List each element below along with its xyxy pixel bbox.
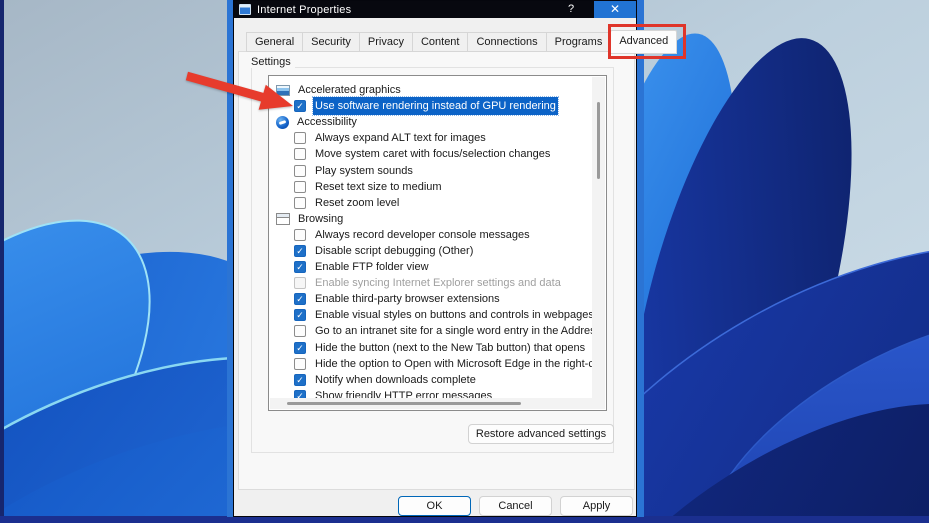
dialog-body: Internet Properties ? ✕ General Security P… [233, 0, 687, 517]
tab-label: Programs [554, 36, 603, 48]
settings-option-row[interactable]: Play system sounds [270, 162, 592, 178]
horizontal-scrollbar[interactable] [270, 398, 605, 409]
settings-option-row[interactable]: Hide the option to Open with Microsoft E… [270, 356, 592, 372]
apply-button[interactable]: Apply [560, 496, 633, 516]
settings-option-row[interactable]: ✓ Enable visual styles on buttons and con… [270, 307, 592, 323]
titlebar[interactable]: Internet Properties ? ✕ [234, 1, 636, 18]
tab-programs[interactable]: Programs [545, 32, 612, 52]
checkbox[interactable] [294, 357, 306, 370]
tab-security[interactable]: Security [302, 32, 360, 52]
tab-general[interactable]: General [246, 32, 304, 52]
tab-advanced[interactable]: Advanced [608, 24, 687, 59]
help-button[interactable]: ? [558, 1, 584, 18]
settings-option-row[interactable]: ✓ Use software rendering instead of GPU r… [270, 96, 592, 117]
ok-button[interactable]: OK [398, 496, 471, 516]
internet-properties-dialog: Internet Properties ? ✕ General Security P… [227, 0, 687, 517]
tab-privacy[interactable]: Privacy [358, 32, 413, 52]
checkbox[interactable] [294, 132, 306, 145]
horizontal-scrollbar-thumb[interactable] [287, 402, 521, 405]
settings-group-row: Accelerated graphics [270, 82, 592, 98]
tab-content[interactable]: Content [411, 32, 469, 52]
checkbox[interactable] [294, 180, 306, 193]
settings-list: Accelerated graphics ✓ Use software render… [268, 75, 607, 411]
cancel-button[interactable]: Cancel [479, 496, 552, 516]
checkbox[interactable] [294, 228, 306, 241]
checkbox[interactable]: ✓ [294, 309, 306, 322]
graphics-icon [276, 84, 290, 96]
settings-option-row[interactable]: ✓ Show friendly HTTP error messages [270, 388, 592, 398]
settings-option-row[interactable]: Go to an intranet site for a single word… [270, 323, 592, 339]
vertical-scrollbar[interactable] [592, 77, 605, 398]
settings-group-row: Accessibility [270, 114, 592, 130]
tab-label: Advanced [619, 34, 669, 47]
browsing-icon [276, 212, 290, 225]
settings-option-row[interactable]: ✓ Enable FTP folder view [270, 259, 592, 275]
window-title: Internet Properties [257, 3, 352, 16]
checkbox[interactable] [294, 277, 306, 290]
checkbox[interactable]: ✓ [294, 100, 306, 113]
tab-label: Privacy [367, 36, 404, 48]
settings-group-row: Browsing [270, 211, 592, 227]
settings-group-label: Settings [247, 56, 295, 68]
tab-label: Connections [476, 36, 538, 48]
checkbox[interactable]: ✓ [294, 244, 306, 257]
screenshot-canvas: Internet Properties ? ✕ General Security P… [0, 0, 929, 523]
settings-option-row[interactable]: Enable syncing Internet Explorer setting… [270, 275, 592, 291]
vertical-scrollbar-thumb[interactable] [597, 102, 600, 179]
checkbox[interactable] [294, 148, 306, 161]
internet-properties-icon [239, 4, 251, 15]
settings-option-row[interactable]: Move system caret with focus/selection c… [270, 146, 592, 162]
checkbox[interactable] [294, 164, 306, 177]
settings-list-rows: Accelerated graphics ✓ Use software render… [270, 77, 592, 398]
tab-label: Security [311, 36, 351, 48]
tab-label: Content [420, 36, 460, 48]
checkbox[interactable] [294, 196, 306, 209]
checkbox[interactable]: ✓ [294, 373, 306, 386]
settings-option-row[interactable]: ✓ Disable script debugging (Other) [270, 243, 592, 259]
settings-option-row[interactable]: ✓ Enable third-party browser extensions [270, 291, 592, 307]
settings-option-row[interactable]: Always expand ALT text for images [270, 130, 592, 146]
tab-connections[interactable]: Connections [467, 32, 547, 52]
settings-option-row[interactable]: Reset text size to medium [270, 179, 592, 195]
checkbox[interactable]: ✓ [294, 341, 306, 354]
option-label: Show friendly HTTP error messages [315, 389, 493, 398]
tab-strip: General Security Privacy Content Connections… [246, 24, 687, 59]
tab-label: General [255, 36, 295, 48]
settings-option-row[interactable]: Always record developer console messages [270, 227, 592, 243]
checkbox[interactable] [294, 325, 306, 338]
settings-option-row[interactable]: ✓ Hide the button (next to the New Tab bu… [270, 340, 592, 356]
accessibility-icon [276, 115, 289, 129]
checkbox[interactable]: ✓ [294, 389, 306, 398]
restore-advanced-settings-button[interactable]: Restore advanced settings [468, 424, 614, 444]
checkbox[interactable]: ✓ [294, 261, 306, 274]
checkbox[interactable]: ✓ [294, 293, 306, 306]
close-button[interactable]: ✕ [594, 1, 636, 18]
settings-option-row[interactable]: ✓ Notify when downloads complete [270, 372, 592, 388]
settings-option-row[interactable]: Reset zoom level [270, 195, 592, 211]
